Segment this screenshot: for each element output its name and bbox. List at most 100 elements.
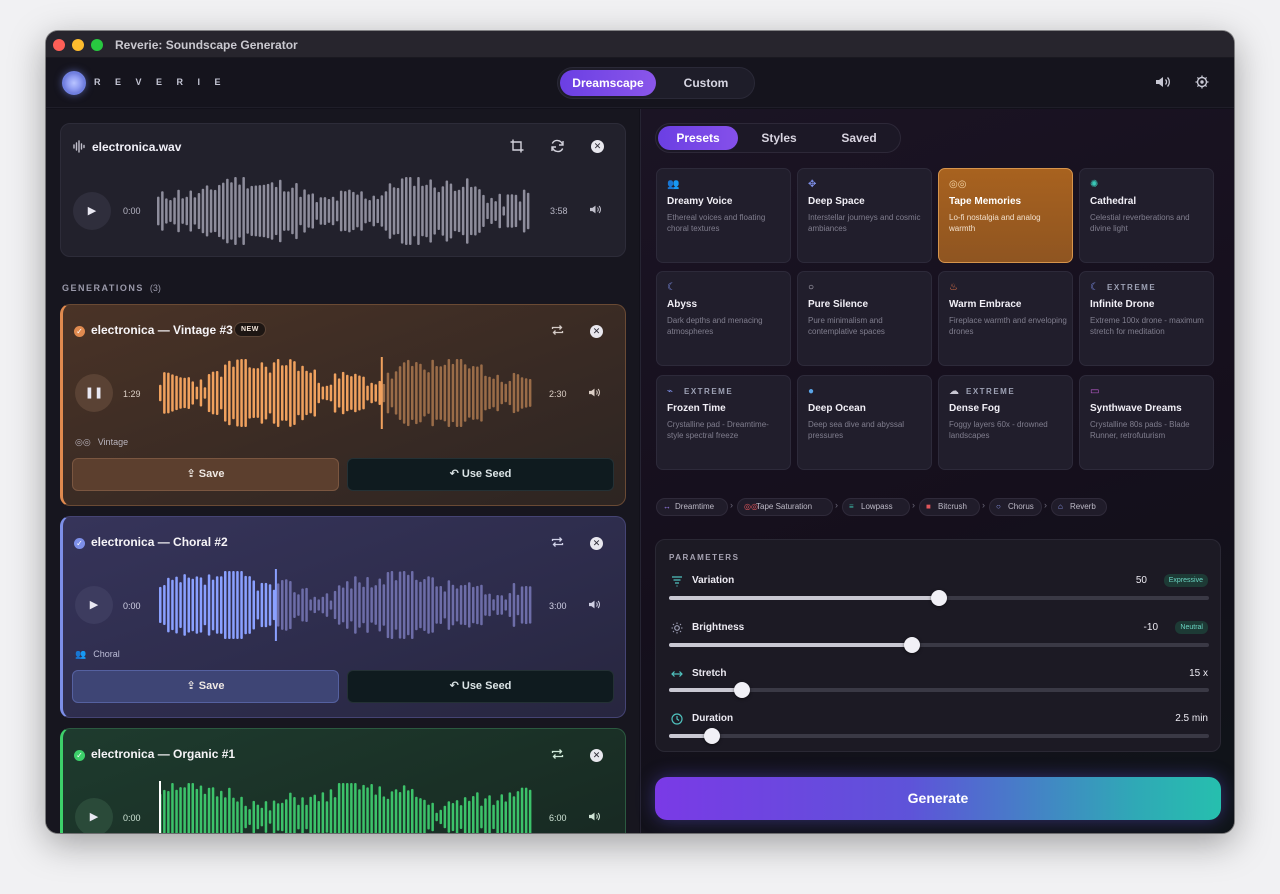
pause-button[interactable]: ❚❚ bbox=[75, 374, 113, 412]
source-waveform[interactable] bbox=[157, 175, 531, 247]
preset-card[interactable]: ♨ Warm Embrace Fireplace warmth and envelo… bbox=[938, 271, 1073, 366]
waveform-bar bbox=[457, 189, 461, 233]
preset-card[interactable]: ☾ EXTREME Infinite Drone Extreme 100x drone… bbox=[1079, 271, 1214, 366]
waveform-icon bbox=[73, 140, 86, 156]
preset-description: Pure minimalism and contemplative spaces bbox=[808, 316, 885, 336]
play-button[interactable]: ▶ bbox=[75, 586, 113, 624]
waveform-bar bbox=[390, 791, 394, 833]
waveform-bar bbox=[333, 373, 337, 413]
volume-icon[interactable] bbox=[588, 387, 601, 401]
close-icon[interactable]: ✕ bbox=[591, 140, 604, 153]
building-icon: ⌂ bbox=[1058, 502, 1063, 511]
volume-icon[interactable] bbox=[1155, 75, 1171, 92]
effect-chip[interactable]: ≡ Lowpass bbox=[842, 498, 910, 516]
waveform-bar bbox=[419, 363, 422, 423]
brightness-slider[interactable] bbox=[669, 637, 1209, 653]
effect-chip[interactable]: ◎◎ Tape Saturation bbox=[737, 498, 833, 516]
preset-card[interactable]: 👥 Dreamy Voice Ethereal voices and floatin… bbox=[656, 168, 791, 263]
preset-card[interactable]: ○ Pure Silence Pure minimalism and contemp… bbox=[797, 271, 932, 366]
preset-card[interactable]: ⌁ EXTREME Frozen Time Crystalline pad - Dre… bbox=[656, 375, 791, 470]
chevron-right-icon: › bbox=[912, 500, 915, 510]
waveform-bar bbox=[407, 574, 410, 636]
waveform-bar bbox=[463, 364, 467, 422]
waveform-bar bbox=[321, 792, 325, 833]
current-time: 0:00 bbox=[123, 601, 141, 611]
chevron-right-icon: › bbox=[1044, 500, 1047, 510]
playhead[interactable] bbox=[159, 781, 161, 833]
slider-thumb[interactable] bbox=[733, 682, 750, 698]
mode-dreamscape[interactable]: Dreamscape bbox=[560, 70, 656, 96]
slider-thumb[interactable] bbox=[704, 728, 721, 744]
slider-thumb[interactable] bbox=[931, 590, 947, 606]
waveform-bar bbox=[248, 809, 251, 825]
waveform-bar bbox=[516, 374, 520, 412]
preset-card[interactable]: ◎◎ Tape Memories Lo-fi nostalgia and analo… bbox=[938, 168, 1073, 263]
generation-waveform[interactable] bbox=[159, 781, 533, 833]
close-icon[interactable]: ✕ bbox=[590, 325, 603, 338]
waveform-bar bbox=[169, 200, 172, 222]
waveform-bar bbox=[289, 581, 292, 630]
repeat-icon[interactable] bbox=[551, 324, 564, 339]
crop-icon[interactable] bbox=[510, 139, 524, 156]
current-time: 0:00 bbox=[123, 206, 141, 216]
stretch-slider[interactable] bbox=[669, 682, 1209, 698]
preset-card[interactable]: ▭ Synthwave Dreams Crystalline 80s pads - … bbox=[1079, 375, 1214, 470]
repeat-icon[interactable] bbox=[551, 748, 564, 763]
waveform-bar bbox=[402, 571, 406, 639]
circle-icon: ○ bbox=[808, 282, 815, 293]
waveform-bar bbox=[179, 377, 182, 409]
playhead[interactable] bbox=[380, 357, 383, 429]
preset-card[interactable]: ☾ Abyss Dark depths and menacing atmospher… bbox=[656, 271, 791, 366]
close-window-button[interactable] bbox=[53, 39, 65, 51]
minimize-window-button[interactable] bbox=[72, 39, 84, 51]
playhead[interactable] bbox=[274, 569, 277, 641]
refresh-icon[interactable] bbox=[550, 139, 565, 156]
use-seed-button[interactable]: ↶ Use Seed bbox=[347, 458, 614, 491]
generate-button[interactable]: Generate bbox=[655, 777, 1221, 820]
preset-card[interactable]: ✥ Deep Space Interstellar journeys and cos… bbox=[797, 168, 932, 263]
save-button[interactable]: ⇪ Save bbox=[72, 670, 339, 703]
volume-icon[interactable] bbox=[588, 811, 601, 825]
waveform-bar bbox=[297, 804, 300, 830]
play-button[interactable]: ▶ bbox=[75, 798, 113, 833]
mode-custom[interactable]: Custom bbox=[658, 70, 754, 96]
waveform-bar bbox=[317, 801, 320, 833]
volume-icon[interactable] bbox=[589, 204, 602, 218]
tab-styles[interactable]: Styles bbox=[740, 126, 818, 150]
play-button[interactable]: ▶ bbox=[73, 192, 111, 230]
close-icon[interactable]: ✕ bbox=[590, 537, 603, 550]
volume-icon[interactable] bbox=[588, 599, 601, 613]
close-icon[interactable]: ✕ bbox=[590, 749, 603, 762]
app-header: R E V E R I E Dreamscape Custom bbox=[46, 58, 1234, 108]
variation-slider[interactable] bbox=[669, 590, 1209, 606]
waveform-bar bbox=[518, 201, 522, 221]
save-button[interactable]: ⇪ Save bbox=[72, 458, 339, 491]
preset-name: Warm Embrace bbox=[949, 299, 1022, 310]
effect-chip[interactable]: ⌂ Reverb bbox=[1051, 498, 1107, 516]
generation-card-organic: ✓ electronica — Organic #1 ✕ ▶ 0:00 6:00 bbox=[60, 728, 626, 833]
preset-name: Pure Silence bbox=[808, 299, 869, 310]
repeat-icon[interactable] bbox=[551, 536, 564, 551]
waveform-bar bbox=[504, 599, 507, 611]
waveform-bar bbox=[252, 580, 255, 630]
preset-card[interactable]: ☁ EXTREME Dense Fog Foggy layers 60x - drow… bbox=[938, 375, 1073, 470]
effect-chip[interactable]: ■ Bitcrush bbox=[919, 498, 980, 516]
preset-card[interactable]: ● Deep Ocean Deep sea dive and abyssal pre… bbox=[797, 375, 932, 470]
generation-waveform[interactable] bbox=[159, 357, 533, 429]
waveform-bar bbox=[309, 372, 312, 414]
generation-waveform[interactable] bbox=[159, 569, 533, 641]
waveform-bar bbox=[252, 800, 255, 833]
waveform-bar bbox=[528, 789, 532, 833]
tab-presets[interactable]: Presets bbox=[658, 126, 738, 150]
gear-icon[interactable] bbox=[1195, 75, 1209, 92]
waveform-bar bbox=[272, 362, 276, 424]
zoom-window-button[interactable] bbox=[91, 39, 103, 51]
preset-card[interactable]: ✺ Cathedral Celestial reverberations and d… bbox=[1079, 168, 1214, 263]
slider-thumb[interactable] bbox=[904, 637, 920, 653]
duration-slider[interactable] bbox=[669, 728, 1209, 744]
use-seed-button[interactable]: ↶ Use Seed bbox=[347, 670, 614, 703]
waveform-bar bbox=[382, 584, 386, 626]
tab-saved[interactable]: Saved bbox=[820, 126, 898, 150]
effect-chip[interactable]: ○ Chorus bbox=[989, 498, 1042, 516]
effect-chip[interactable]: ↔ Dreamtime bbox=[656, 498, 728, 516]
